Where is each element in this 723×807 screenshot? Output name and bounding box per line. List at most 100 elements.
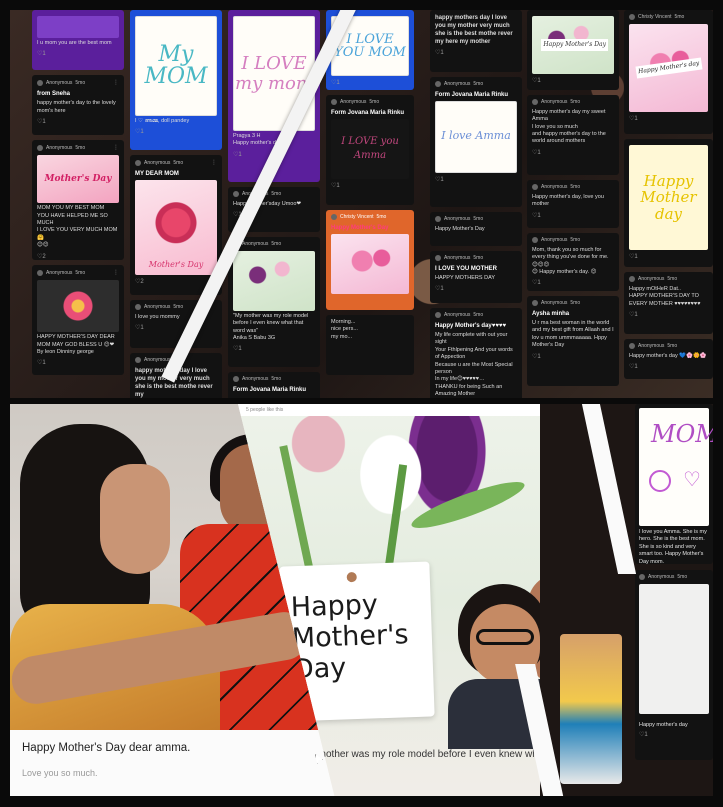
flower-heart-image (37, 280, 119, 333)
avatar (532, 99, 538, 106)
post-time: 5mo (173, 159, 184, 166)
post-card[interactable]: happy mothers day I love you my mother v… (430, 10, 522, 72)
post-card[interactable]: Christy Vincent 5mo Happy Mother's Day (326, 210, 414, 310)
post-header: Anonymous5mo (435, 216, 517, 223)
like-count[interactable]: ♡1 (629, 363, 708, 371)
post-card[interactable]: Anonymous 5mo Happy mother's day, love yo… (527, 180, 619, 228)
like-count[interactable]: ♡1 (37, 50, 119, 58)
post-card[interactable]: Anonymous 5mo ⋮ from Sneha happy mother's … (32, 75, 124, 135)
like-count[interactable]: ♡1 (37, 118, 119, 126)
post-time: 5mo (674, 14, 685, 20)
post-card[interactable]: Anonymous 5mo ⋮ MY DEAR MOM Mother's Day ♡… (130, 155, 222, 295)
post-author: Christy Vincent (638, 14, 672, 20)
drawing-text: I LOVE YOU MOM (334, 32, 406, 60)
wall-column-4: I LOVE YOU MOM ♡1 Anonymous 5mo Form Jova… (326, 10, 414, 375)
drawing-text: MOM (651, 420, 713, 448)
avatar (37, 80, 43, 87)
post-header: Christy Vincent 5mo (331, 214, 409, 221)
post-card[interactable]: Morning... nice pers... my mo... (326, 315, 414, 375)
post-card[interactable]: Anonymous 5mo Form Jovana Maria Rinku I l… (430, 77, 522, 207)
daughter-face (100, 464, 170, 574)
avatar (629, 14, 635, 21)
more-options-icon[interactable]: ⋮ (211, 159, 217, 167)
post-card[interactable]: Anonymous 5mo ⋮ Mother's Day MOM YOU MY BE… (32, 140, 124, 260)
post-header: Anonymous5mo (532, 184, 614, 191)
post-card[interactable]: Happy Mother day ♡1 (624, 139, 713, 267)
like-count[interactable]: ♡1 (135, 324, 217, 332)
post-body: I ♡ അമ്മ, doll pandey (135, 118, 190, 124)
like-count[interactable]: ♡1 (629, 115, 708, 123)
like-count[interactable]: ♡1 (435, 285, 517, 293)
like-count[interactable]: ♡2 (37, 253, 119, 260)
flowers-image (331, 233, 409, 294)
post-card[interactable]: Christy Vincent 5mo Happy Mother's day ♡1 (624, 10, 713, 134)
like-count[interactable]: ♡1 (532, 77, 614, 85)
like-count[interactable]: ♡1 (37, 359, 119, 367)
like-count[interactable]: ♡1 (135, 128, 217, 136)
tulips-card-image: Happy Mother's Day (532, 16, 614, 74)
like-count[interactable]: ♡1 (435, 176, 517, 184)
photo-collage: Happy Mother's Day dear amma. Love you s… (10, 404, 713, 796)
post-body: happy mother's day to the lovely mom's h… (37, 100, 116, 114)
post-card[interactable]: Anonymous 5mo Happy mother's day my sweet… (527, 95, 619, 175)
more-options-icon[interactable]: ⋮ (113, 269, 119, 277)
post-author: Anonymous (144, 159, 171, 166)
like-count[interactable]: ♡1 (639, 731, 709, 739)
post-time: 5mo (473, 216, 484, 222)
post-author: Anonymous (444, 81, 471, 87)
post-title: I LOVE YOU MOTHER (435, 265, 497, 272)
post-title: Aysha minha (532, 310, 570, 317)
like-count[interactable]: ♡1 (532, 279, 614, 287)
post-time: 5mo (75, 269, 86, 276)
post-card[interactable]: Anonymous 5mo I LOVE YOU MOTHER HAPPY MOT… (430, 251, 522, 303)
like-count[interactable]: ♡1 (233, 345, 315, 353)
post-card[interactable]: I u mom you are the best mom ♡1 (32, 10, 124, 70)
post-header: Anonymous5mo (233, 376, 315, 383)
like-count[interactable]: ♡1 (629, 253, 708, 261)
post-author: Anonymous (242, 376, 269, 382)
post-card[interactable]: Anonymous 5mo Form Jovana Maria Rinku I L… (326, 95, 414, 205)
post-card[interactable]: MOM ♡ I love you Amma. She is my hero. S… (635, 404, 713, 565)
post-body: HAPPY MOTHERS DAY (435, 274, 496, 281)
like-count[interactable]: ♡1 (532, 212, 614, 220)
like-count[interactable]: ♡1 (629, 311, 708, 319)
post-card[interactable]: Anonymous 5mo ⋮ HAPPY MOTHER'S DAY DEAR MO… (32, 265, 124, 375)
like-count[interactable]: ♡1 (532, 353, 614, 361)
post-body: Happy mother's day, love you mother (532, 193, 604, 208)
post-card[interactable]: Anonymous 5mo Mom, thank you so much for … (527, 233, 619, 291)
like-count[interactable]: ♡1 (331, 79, 409, 87)
post-card[interactable]: Anonymous 5mo Form Jovana Maria Rinku (228, 372, 320, 398)
heart-icon: ♡ (683, 469, 701, 491)
post-card[interactable]: Anonymous 5mo Aysha minha U r ma best wom… (527, 296, 619, 386)
post-card[interactable]: Anonymous 5mo "My mother was my role mode… (228, 237, 320, 367)
post-header: Anonymous5mo (435, 255, 517, 262)
like-count[interactable]: ♡1 (331, 182, 409, 190)
post-card[interactable]: Anonymous 5mo Happy mother's day ♡1 (635, 570, 713, 760)
post-card[interactable]: My MOM I ♡ അമ്മ, doll pandey ♡1 (130, 10, 222, 150)
like-count[interactable]: ♡1 (435, 49, 517, 57)
post-card[interactable]: Anonymous 5mo Happy Mother's Day (430, 212, 522, 246)
more-options-icon[interactable]: ⋮ (113, 144, 119, 152)
post-author: Anonymous (46, 144, 73, 151)
post-time: 5mo (667, 276, 678, 282)
post-author: Anonymous (242, 241, 269, 247)
post-time: 5mo (75, 144, 86, 151)
post-body: Happy mother's day my sweet Amma I love … (532, 108, 606, 145)
post-body: I u mom you are the best mom (37, 40, 112, 46)
post-author: Anonymous (541, 237, 568, 243)
padlet-wall-collage: I u mom you are the best mom ♡1 Anonymou… (10, 10, 713, 398)
post-card[interactable]: Happy Mother's Day ♡1 (527, 10, 619, 90)
post-header: Anonymous5mo (532, 99, 614, 106)
drawing-text: I love Amma (441, 129, 511, 143)
like-count[interactable]: ♡1 (532, 149, 614, 157)
post-author: Anonymous (541, 184, 568, 190)
avatar (331, 99, 337, 106)
post-title: Happy Mother's day♥♥♥♥ (435, 322, 507, 329)
post-card[interactable]: Anonymous 5mo Happy Mother's day♥♥♥♥ My l… (430, 308, 522, 398)
post-card[interactable]: Anonymous 5mo Happy mother's day 💙🌸🌼🌸 ♡1 (624, 339, 713, 379)
mothers-day-banner-image: Mother's Day (37, 155, 119, 204)
post-card[interactable]: Anonymous 5mo Happy mOtHeR Dat.. HAPPY MO… (624, 272, 713, 334)
more-options-icon[interactable]: ⋮ (113, 79, 119, 87)
post-header: Anonymous5mo (532, 300, 614, 307)
post-time: 5mo (173, 304, 184, 310)
